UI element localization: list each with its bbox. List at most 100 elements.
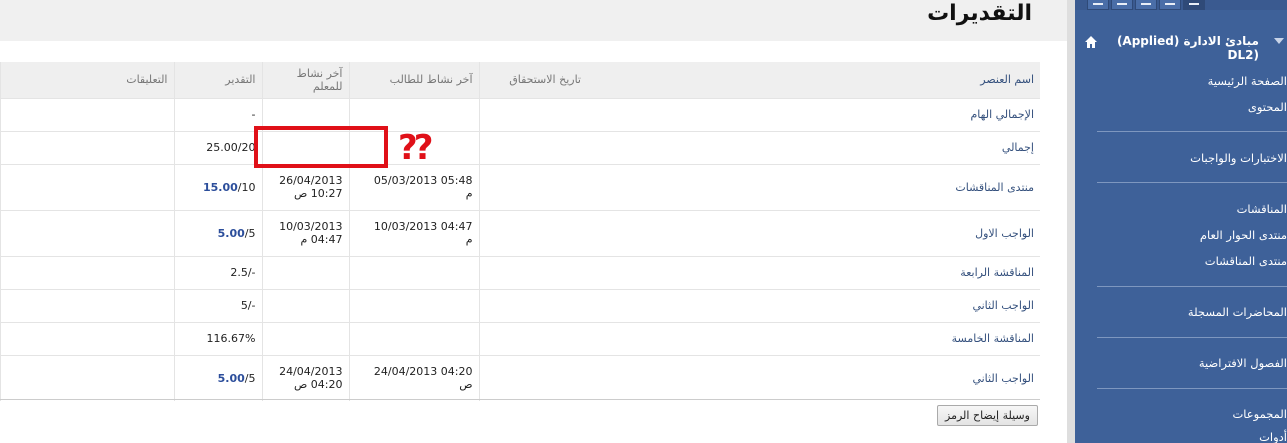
col-header-last-student[interactable]: آخر نشاط للطالب [348,62,479,98]
grade-cell: 5.00/5 [173,209,262,256]
grades-table: اسم العنصر تاريخ الاستحقاق آخر نشاط للطا… [0,62,1040,401]
table-row: المناقشة الرابعة 2.5/- [0,255,1040,289]
last-student-activity-cell [348,255,479,289]
last-instructor-activity-cell [261,288,349,322]
sidebar-item-recorded-lectures[interactable]: المحاضرات المسجلة [1188,305,1287,319]
col-header-grade[interactable]: التقدير [173,62,262,98]
due-date-cell [478,130,587,164]
highlight-box [254,126,388,168]
last-student-activity-cell: 24/04/2013 04:20 ص [348,354,479,401]
last-student-activity-cell: 05/03/2013 05:48 م [348,163,479,210]
grade-value: /5 [244,226,256,240]
due-date-cell [478,209,587,256]
comments-cell [0,288,174,322]
table-row: إجمالي 25.00/20 [0,130,1040,164]
comments-cell [0,321,174,355]
grade-value: /10 [237,180,256,194]
grade-cell: 116.67% [173,321,262,355]
last-instructor-activity-cell [261,255,349,289]
grade-score: 5.00 [217,371,245,385]
course-title[interactable]: مبادئ الادارة (Applied) (DL2 [1089,34,1259,62]
sidebar-item-general-forum[interactable]: منتدى الحوار العام [1200,228,1287,242]
instructor-activity-date: 26/04/2013 10:27 [279,174,343,200]
divider [1097,131,1287,132]
student-activity-ampm: م [465,187,473,200]
grade-cell: 25.00/20 [173,130,262,164]
grade-item-link[interactable]: منتدى المناقشات [587,163,1040,210]
divider [1097,286,1287,287]
tab-icon[interactable] [1111,0,1133,10]
table-row: الواجب الاول 10/03/2013 04:47 م 10/03/2013 … [0,209,1040,256]
instructor-activity-ampm: ص [293,378,308,392]
grade-item-link[interactable]: المناقشة الخامسة [587,321,1040,355]
tab-icon[interactable] [1159,0,1181,10]
divider [0,399,1040,400]
col-header-comments[interactable]: التعليقات [0,62,174,98]
student-activity-ampm: م [465,233,473,246]
sidebar-item-tests-assignments[interactable]: الاختبارات والواجبات [1190,151,1287,165]
due-date-cell [478,288,587,322]
col-header-last-instructor[interactable]: آخر نشاط للمعلم [261,62,349,98]
due-date-cell [478,163,587,210]
last-instructor-activity-cell: 10/03/2013 04:47 م [261,209,349,256]
comments-cell [0,354,174,401]
main-content: التقديرات اسم العنصر تاريخ الاستحقاق آخر… [0,0,1067,443]
due-date-cell [478,97,587,131]
grade-value: 2.5/- [230,266,256,279]
table-row: المناقشة الخامسة 116.67% [0,321,1040,355]
grade-score: 5.00 [217,226,245,240]
last-student-activity-cell [348,288,479,322]
divider [1097,337,1287,338]
question-marks-annotation: ?? [398,128,434,168]
grade-item-link[interactable]: الواجب الثاني [587,288,1040,322]
grade-value: /5 [244,371,256,385]
sidebar-item-groups[interactable]: المجموعات [1232,407,1287,421]
grade-value: 25.00/20 [206,141,256,154]
table-row: الإجمالي الهام - [0,97,1040,131]
last-instructor-activity-cell: 24/04/2013 04:20 ص [261,354,349,401]
table-row: منتدى المناقشات 05/03/2013 05:48 م 26/04/20… [0,163,1040,210]
sidebar-top-tabs [1075,0,1287,10]
grade-item-link[interactable]: الواجب الثاني [587,354,1040,401]
icon-legend-button[interactable]: وسيلة إيضاح الرمز [937,405,1038,426]
instructor-activity-date: 24/04/2013 04:20 [279,365,343,392]
last-instructor-activity-cell [261,321,349,355]
grade-item-link[interactable]: المناقشة الرابعة [587,255,1040,289]
tab-icon[interactable] [1135,0,1157,10]
tab-icon[interactable] [1183,0,1205,10]
instructor-activity-ampm: م [300,233,308,246]
grade-cell: 5.00/5 [173,354,262,401]
divider [1097,182,1287,183]
table-row: الواجب الثاني 24/04/2013 04:20 ص 24/04/2013… [0,354,1040,401]
sidebar-item-home[interactable]: الصفحة الرئيسية [1208,74,1287,88]
comments-cell [0,97,174,131]
sidebar-item-virtual-classes[interactable]: الفصول الافتراضية [1199,356,1287,370]
col-header-item-name[interactable]: اسم العنصر [587,62,1040,98]
grade-value: 116.67% [206,332,256,345]
tab-icon[interactable] [1087,0,1109,10]
student-activity-date: 05/03/2013 05:48 [373,174,473,187]
grade-item-link[interactable]: الواجب الاول [587,209,1040,256]
panel-divider [1067,0,1075,443]
grade-cell: 15.00/10 [173,163,262,210]
divider [1097,388,1287,389]
grade-cell: 2.5/- [173,255,262,289]
grade-value: - [251,108,256,121]
sidebar-item-tools[interactable]: أدوات [1259,430,1287,443]
sidebar-item-discussions[interactable]: المناقشات [1237,202,1287,216]
table-row: الواجب الثاني 5/- [0,288,1040,322]
col-header-due-date[interactable]: تاريخ الاستحقاق [478,62,587,98]
student-activity-date: 10/03/2013 04:47 [373,220,473,233]
last-student-activity-cell: 10/03/2013 04:47 م [348,209,479,256]
sidebar-item-discussion-forum[interactable]: منتدى المناقشات [1205,254,1287,268]
due-date-cell [478,321,587,355]
sidebar-item-content[interactable]: المحتوى [1248,100,1287,114]
comments-cell [0,130,174,164]
grade-item-link[interactable]: الإجمالي الهام [587,97,1040,131]
course-sidebar: مبادئ الادارة (Applied) (DL2 الصفحة الرئ… [1075,0,1287,443]
comments-cell [0,163,174,210]
chevron-down-icon[interactable] [1274,38,1284,44]
grade-item-link[interactable]: إجمالي [587,130,1040,164]
grade-value: 5/- [240,299,256,312]
instructor-activity-date: 10/03/2013 04:47 [279,220,343,246]
